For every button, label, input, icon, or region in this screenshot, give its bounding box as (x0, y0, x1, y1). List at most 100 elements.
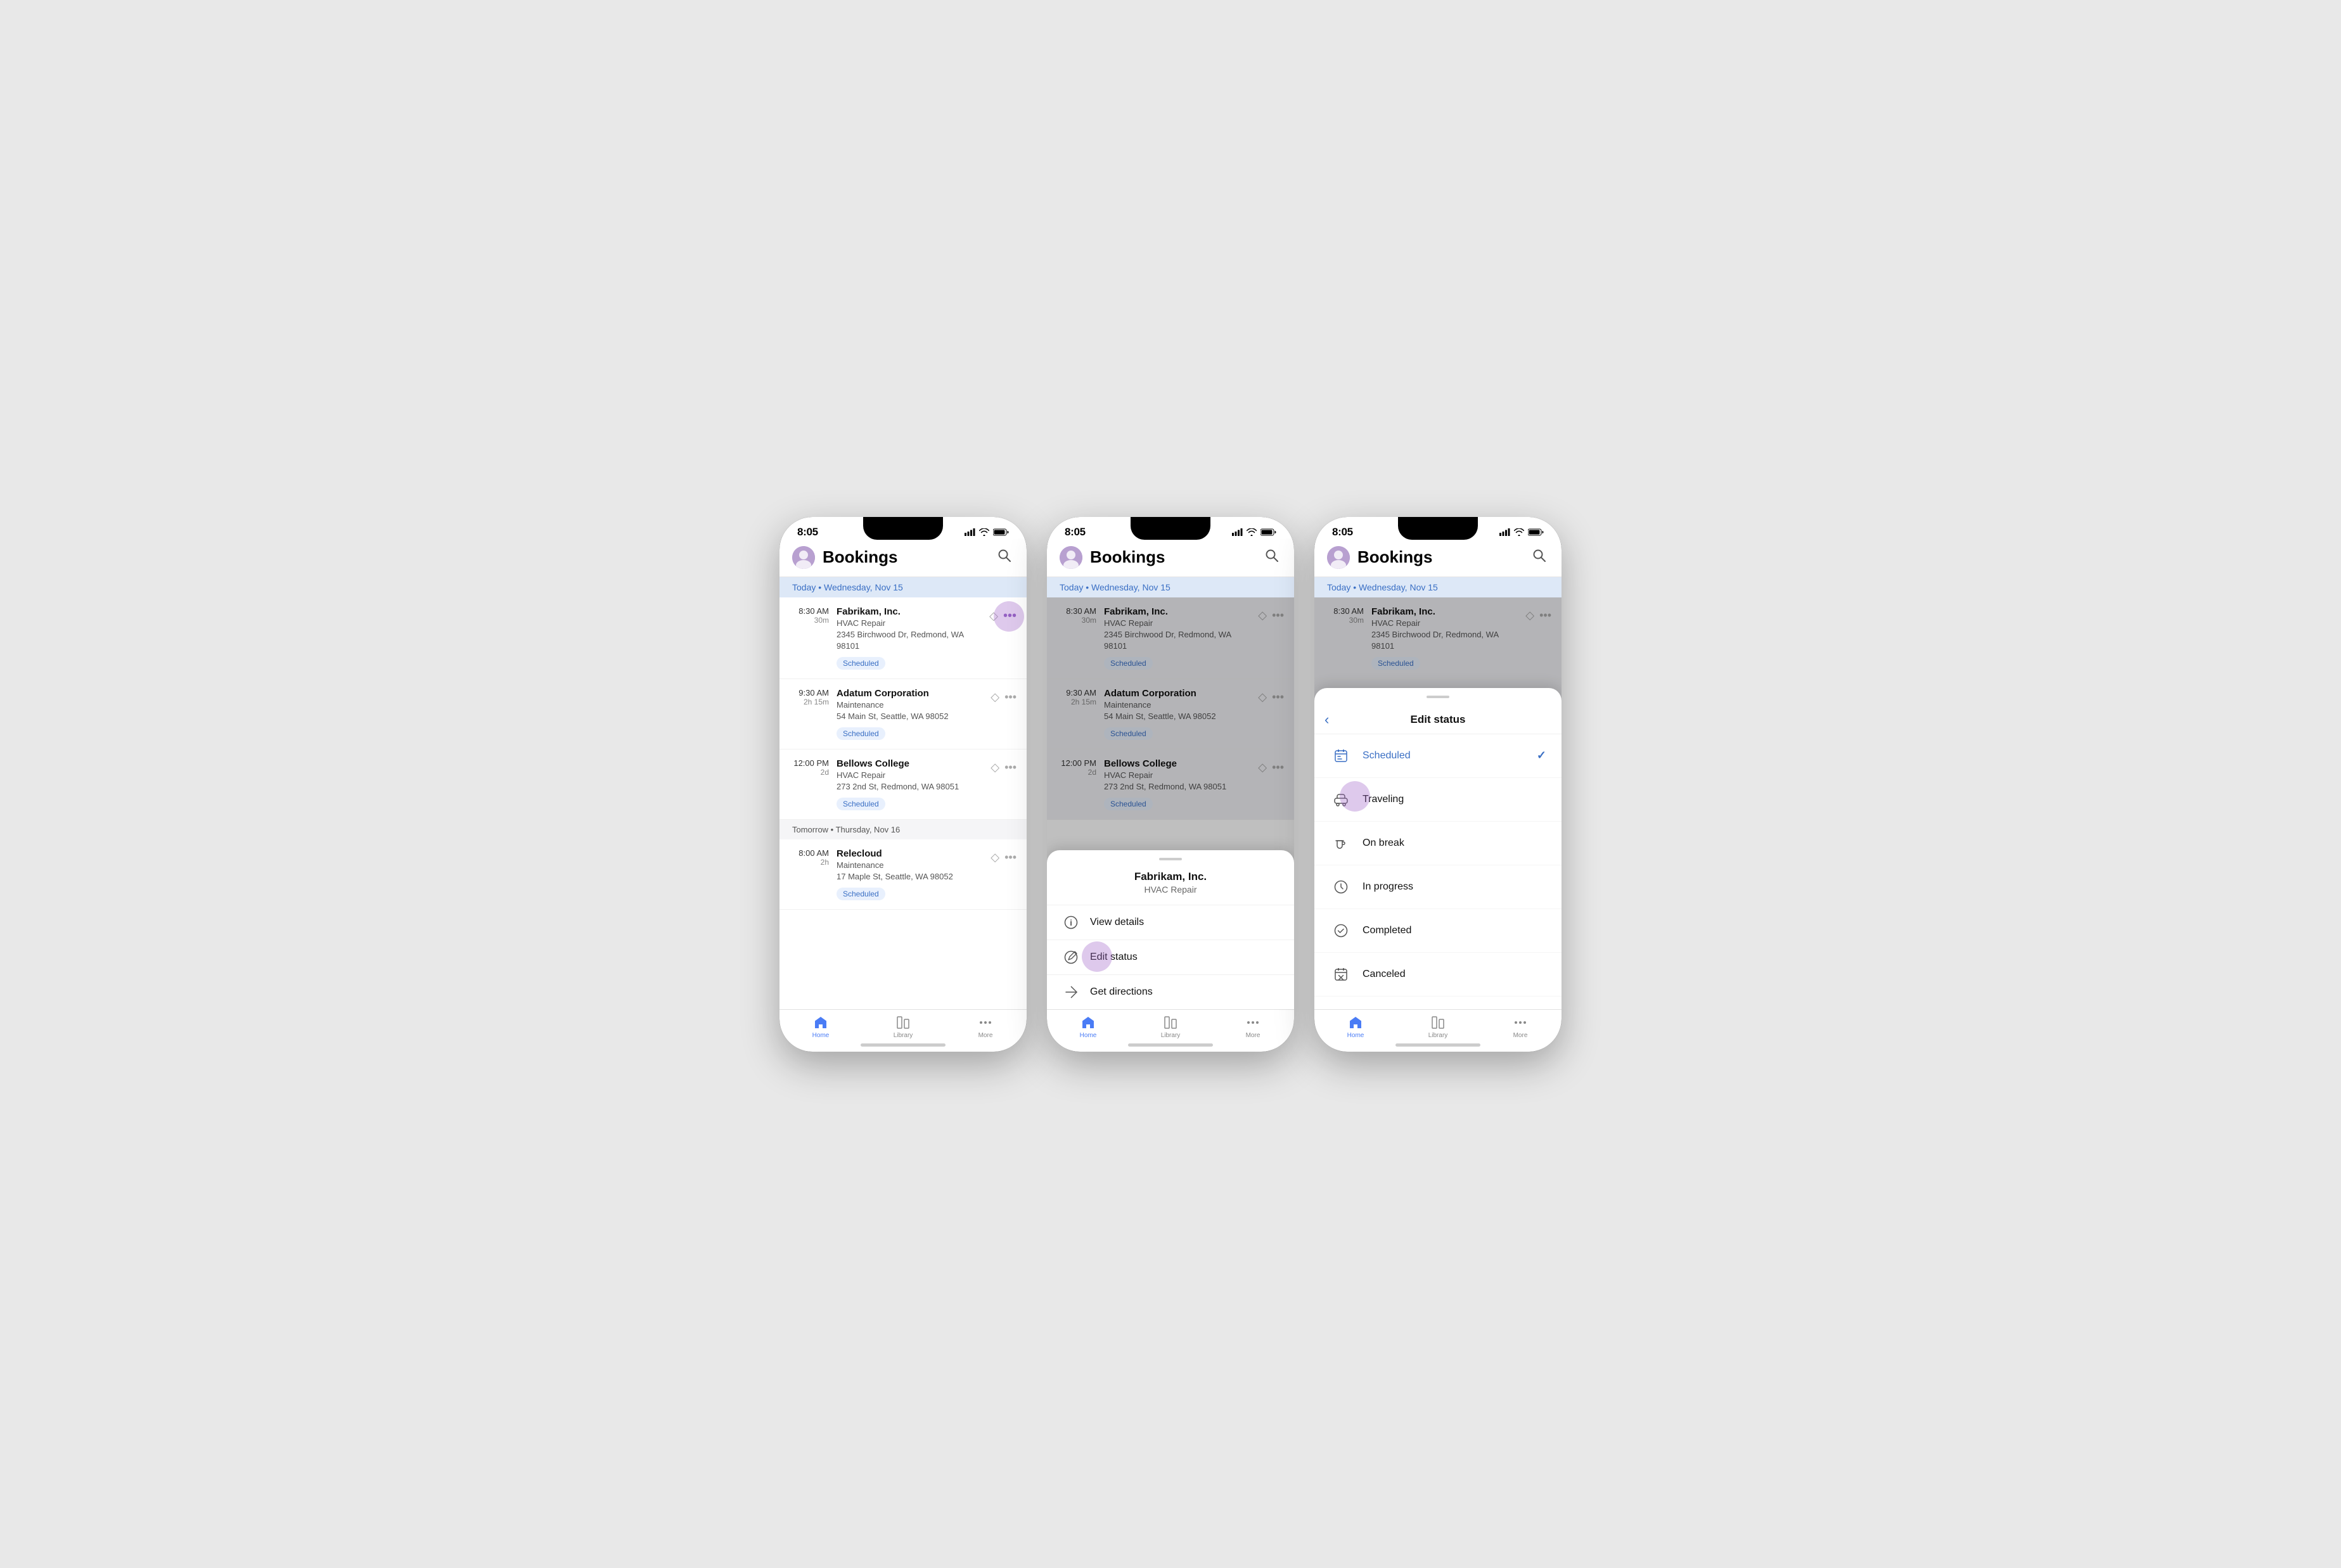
booking-details-1: Adatum Corporation Maintenance 54 Main S… (837, 688, 983, 740)
tomorrow-status-0: Scheduled (837, 888, 885, 900)
time-1: 8:05 (797, 526, 818, 539)
more-dots-icon-1 (978, 1015, 993, 1030)
booking-item-1[interactable]: 9:30 AM 2h 15m Adatum Corporation Mainte… (779, 679, 1027, 749)
search-button-1[interactable] (995, 546, 1014, 568)
wifi-icon-1 (979, 528, 989, 536)
search-button-3[interactable] (1530, 546, 1549, 568)
directions-icon (1062, 985, 1080, 999)
nav-more-1[interactable]: More (944, 1015, 1027, 1039)
diamond-icon-t0[interactable]: ◇ (991, 851, 999, 864)
nav-library-1[interactable]: Library (862, 1015, 944, 1039)
tomorrow-divider-1: Tomorrow • Thursday, Nov 16 (779, 820, 1027, 839)
get-directions-item[interactable]: Get directions (1047, 975, 1294, 1009)
avatar-3 (1327, 546, 1350, 569)
status-icons-3 (1499, 528, 1544, 536)
completed-icon (1330, 919, 1352, 942)
status-option-completed[interactable]: Completed (1314, 909, 1562, 953)
library-icon-3 (1430, 1015, 1446, 1030)
booking-actions-0[interactable]: ◇ ••• (989, 606, 1017, 623)
search-button-2[interactable] (1262, 546, 1281, 568)
search-icon-1 (997, 549, 1011, 563)
status-option-in-progress[interactable]: In progress (1314, 865, 1562, 909)
search-icon-3 (1532, 549, 1546, 563)
status-badge-0: Scheduled (837, 657, 885, 670)
nav-library-2[interactable]: Library (1129, 1015, 1212, 1039)
nav-more-2[interactable]: More (1212, 1015, 1294, 1039)
date-header-1: Today • Wednesday, Nov 15 (779, 577, 1027, 597)
view-details-label: View details (1090, 917, 1144, 928)
diamond-icon-1[interactable]: ◇ (991, 691, 999, 704)
svg-text:i: i (1070, 918, 1072, 927)
scheduled-label: Scheduled (1363, 750, 1537, 762)
edit-status-header: ‹ Edit status (1314, 703, 1562, 734)
more-icon-t0[interactable]: ••• (1004, 851, 1017, 864)
traveling-label: Traveling (1363, 794, 1546, 805)
library-icon-1 (895, 1015, 911, 1030)
back-button[interactable]: ‹ (1324, 711, 1329, 728)
traveling-icon (1330, 788, 1352, 811)
battery-icon-1 (993, 528, 1009, 536)
booking-actions-2[interactable]: ◇ ••• (991, 758, 1017, 774)
booking-item-2[interactable]: 12:00 PM 2d Bellows College HVAC Repair … (779, 749, 1027, 820)
edit-status-title: Edit status (1327, 713, 1549, 726)
status-bar-1: 8:05 (779, 517, 1027, 539)
time-3: 8:05 (1332, 526, 1353, 539)
avatar-2 (1060, 546, 1082, 569)
edit-status-label: Edit status (1090, 952, 1138, 963)
tomorrow-booking-0[interactable]: 8:00 AM 2h Relecloud Maintenance 17 Mapl… (779, 839, 1027, 910)
more-icon-2[interactable]: ••• (1004, 761, 1017, 774)
library-icon-2 (1163, 1015, 1178, 1030)
search-icon-2 (1265, 549, 1279, 563)
tomorrow-actions-0[interactable]: ◇ ••• (991, 848, 1017, 864)
edit-status-sheet[interactable]: ‹ Edit status Scheduled ✓ (1314, 688, 1562, 1009)
app-header-3: Bookings (1314, 539, 1562, 577)
status-option-traveling[interactable]: Traveling (1314, 778, 1562, 822)
app-header-2: Bookings (1047, 539, 1294, 577)
on-break-label: On break (1363, 838, 1546, 849)
edit-status-item[interactable]: Edit status (1047, 940, 1294, 975)
booking-item-0[interactable]: 8:30 AM 30m Fabrikam, Inc. HVAC Repair 2… (779, 597, 1027, 679)
view-details-item[interactable]: i View details (1047, 905, 1294, 940)
home-icon-3 (1348, 1015, 1363, 1030)
status-bar-3: 8:05 (1314, 517, 1562, 539)
edit-status-icon (1062, 950, 1080, 964)
tomorrow-details-0: Relecloud Maintenance 17 Maple St, Seatt… (837, 848, 983, 900)
home-icon-1 (813, 1015, 828, 1030)
status-badge-2: Scheduled (837, 798, 885, 810)
sheet-handle-2 (1159, 858, 1182, 860)
more-icon-1[interactable]: ••• (1004, 691, 1017, 704)
avatar-1 (792, 546, 815, 569)
info-icon: i (1062, 915, 1080, 929)
diamond-icon-2[interactable]: ◇ (991, 761, 999, 774)
nav-library-3[interactable]: Library (1397, 1015, 1479, 1039)
context-menu-sheet[interactable]: Fabrikam, Inc. HVAC Repair i View detail… (1047, 850, 1294, 1009)
diamond-icon-0[interactable]: ◇ (989, 609, 998, 623)
page-title-2: Bookings (1090, 547, 1255, 567)
home-indicator-2 (1128, 1043, 1213, 1047)
nav-home-2[interactable]: Home (1047, 1015, 1129, 1039)
phone-1: 8:05 B (779, 517, 1027, 1052)
nav-home-1[interactable]: Home (779, 1015, 862, 1039)
bookings-list-1[interactable]: 8:30 AM 30m Fabrikam, Inc. HVAC Repair 2… (779, 597, 1027, 1009)
home-indicator-1 (861, 1043, 946, 1047)
booking-time-0: 8:30 AM 30m (790, 606, 829, 625)
date-header-3: Today • Wednesday, Nov 15 (1314, 577, 1562, 597)
status-option-scheduled[interactable]: Scheduled ✓ (1314, 734, 1562, 778)
canceled-label: Canceled (1363, 969, 1546, 980)
page-title-1: Bookings (823, 547, 987, 567)
more-icon-0[interactable]: ••• (1003, 609, 1017, 623)
status-icons-1 (965, 528, 1009, 536)
time-2: 8:05 (1065, 526, 1086, 539)
more-dots-icon-2 (1245, 1015, 1260, 1030)
date-header-2: Today • Wednesday, Nov 15 (1047, 577, 1294, 597)
on-break-icon (1330, 832, 1352, 855)
nav-home-3[interactable]: Home (1314, 1015, 1397, 1039)
sheet-handle-3 (1427, 696, 1449, 698)
nav-more-3[interactable]: More (1479, 1015, 1562, 1039)
status-option-on-break[interactable]: On break (1314, 822, 1562, 865)
booking-actions-1[interactable]: ◇ ••• (991, 688, 1017, 704)
battery-icon-3 (1528, 528, 1544, 536)
signal-icon-3 (1499, 528, 1510, 536)
tomorrow-time-0: 8:00 AM 2h (790, 848, 829, 867)
status-option-canceled[interactable]: Canceled (1314, 953, 1562, 997)
